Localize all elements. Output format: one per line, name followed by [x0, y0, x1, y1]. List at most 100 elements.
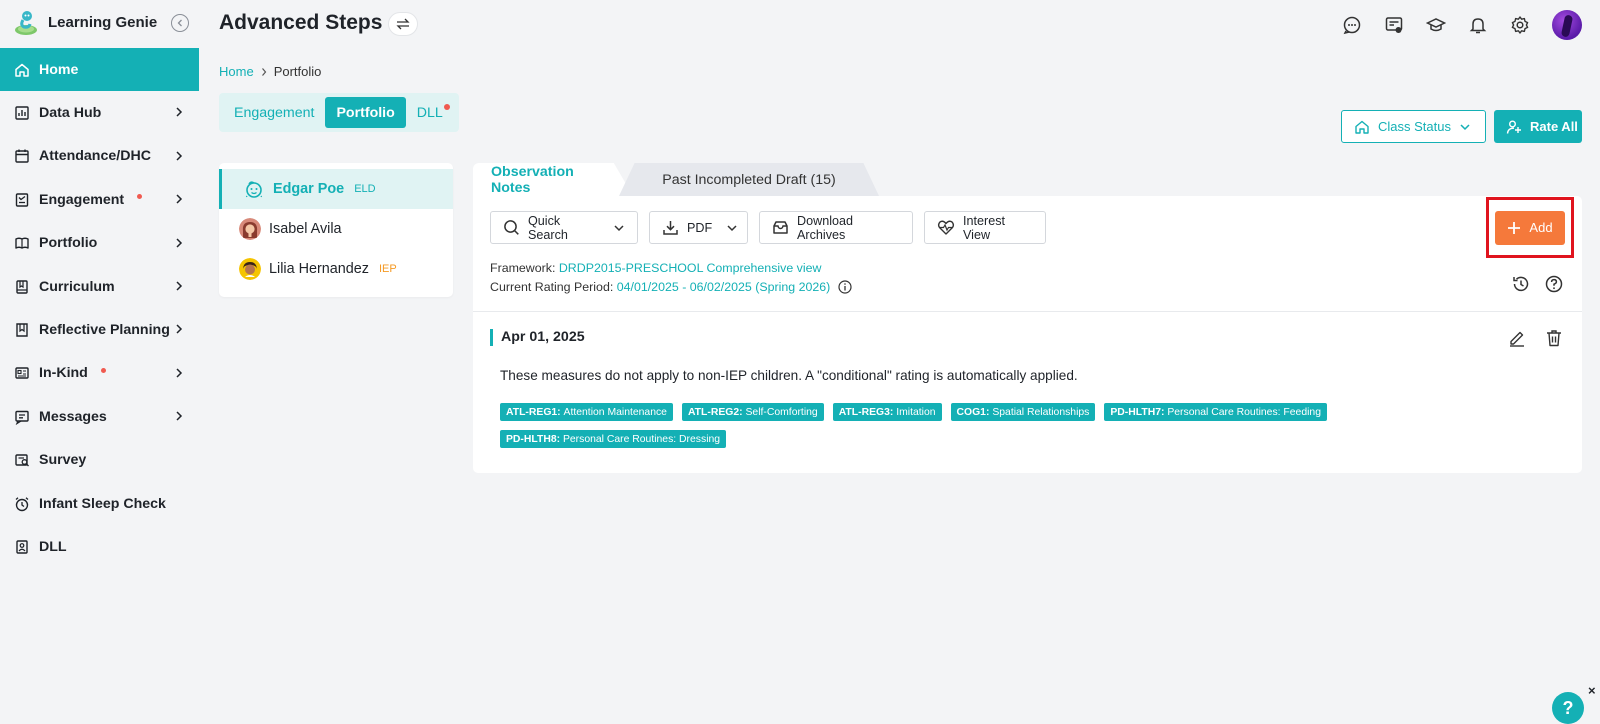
help-circle-icon[interactable]	[1544, 274, 1564, 294]
edit-icon[interactable]	[1507, 328, 1527, 348]
rating-period-value[interactable]: 04/01/2025 - 06/02/2025 (Spring 2026)	[617, 280, 831, 294]
switch-program-button[interactable]	[388, 12, 418, 36]
sidebar-item-infant-sleep-check[interactable]: Infant Sleep Check	[0, 482, 199, 525]
child-tag-iep: IEP	[379, 263, 397, 275]
sidebar-item-label: Survey	[39, 452, 87, 469]
help-button[interactable]: ?	[1552, 692, 1584, 724]
segment-tab-engagement[interactable]: Engagement	[223, 97, 325, 128]
toolbar: Quick Search PDF Download Archives Inter…	[490, 211, 1046, 244]
measure-name: Attention Maintenance	[563, 406, 667, 418]
measure-tag: ATL-REG1: Attention Maintenance	[500, 403, 673, 421]
breadcrumb-home[interactable]: Home	[219, 64, 254, 79]
child-item[interactable]: Edgar Poe ELD	[219, 169, 453, 209]
chevron-down-icon	[614, 224, 624, 231]
search-icon	[504, 220, 519, 235]
rate-person-icon	[1506, 120, 1521, 134]
measure-name: Personal Care Routines: Dressing	[562, 433, 721, 445]
breadcrumb-current: Portfolio	[273, 64, 322, 79]
alarm-icon	[15, 496, 29, 511]
measure-code: ATL-REG1:	[506, 406, 561, 418]
sidebar: Learning Genie Home Data Hub Attendance/DH…	[0, 0, 199, 724]
history-icon[interactable]	[1511, 274, 1531, 294]
child-item[interactable]: Lilia Hernandez IEP	[219, 249, 453, 289]
collapse-sidebar-button[interactable]	[171, 14, 189, 32]
sidebar-item-label: In-Kind	[39, 365, 88, 382]
gear-icon[interactable]	[1510, 15, 1530, 35]
delete-icon[interactable]	[1544, 328, 1564, 348]
bell-icon[interactable]	[1468, 15, 1488, 35]
child-item[interactable]: Isabel Avila	[219, 209, 453, 249]
sidebar-item-survey[interactable]: Survey	[0, 439, 199, 482]
archive-icon	[773, 221, 788, 234]
home-icon	[15, 63, 29, 77]
child-name: Lilia Hernandez	[269, 261, 369, 277]
swap-icon	[396, 18, 410, 30]
child-avatar	[239, 258, 261, 280]
sidebar-item-data-hub[interactable]: Data Hub	[0, 91, 199, 134]
plus-icon	[1508, 221, 1521, 234]
sidebar-item-label: Portfolio	[39, 235, 98, 252]
info-icon[interactable]	[838, 280, 852, 294]
measure-code: ATL-REG3:	[838, 406, 894, 418]
segment-tab-label: Portfolio	[336, 104, 395, 121]
chevron-right-icon	[176, 368, 183, 378]
sidebar-item-dll[interactable]: DLL	[0, 525, 199, 568]
sidebar-item-label: Data Hub	[39, 105, 102, 122]
sidebar-item-reflective-planning[interactable]: Reflective Planning	[0, 308, 199, 351]
framework-value[interactable]: DRDP2015-PRESCHOOL Comprehensive view	[559, 261, 822, 275]
inkind-icon	[15, 367, 29, 380]
sidebar-item-engagement[interactable]: Engagement	[0, 178, 199, 221]
note-date: Apr 01, 2025	[490, 329, 585, 346]
graduation-cap-icon[interactable]	[1426, 15, 1446, 35]
sidebar-item-in-kind[interactable]: In-Kind	[0, 352, 199, 395]
chart-icon	[15, 106, 29, 120]
sidebar-item-attendance-dhc[interactable]: Attendance/DHC	[0, 135, 199, 178]
notification-dot	[137, 194, 143, 200]
sidebar-item-label: Home	[39, 61, 79, 78]
notification-dot	[443, 104, 450, 110]
measure-tag: ATL-REG3: Imitation	[832, 403, 942, 421]
quick-search-dropdown[interactable]: Quick Search	[490, 211, 638, 244]
rating-period-label: Current Rating Period:	[490, 280, 614, 294]
segment-tab-label: Engagement	[234, 104, 315, 121]
tab-past-incompleted-draft[interactable]: Past Incompleted Draft (15)	[619, 163, 879, 196]
chevron-right-icon	[176, 107, 183, 117]
sidebar-nav: Home Data Hub Attendance/DHC Engagement Port…	[0, 48, 199, 569]
measure-name: Self-Comforting	[745, 406, 818, 418]
segment-tab-portfolio[interactable]: Portfolio	[325, 97, 406, 128]
measure-code: ATL-REG2:	[687, 406, 743, 418]
chevron-down-icon	[727, 224, 737, 231]
rate-all-button[interactable]: Rate All	[1494, 110, 1582, 143]
sidebar-item-portfolio[interactable]: Portfolio	[0, 222, 199, 265]
measure-tags: ATL-REG1: Attention Maintenance ATL-REG2:…	[500, 403, 1560, 448]
add-button[interactable]: Add	[1495, 210, 1565, 245]
pdf-dropdown[interactable]: PDF	[649, 211, 748, 244]
brand[interactable]: Learning Genie	[0, 0, 199, 44]
help-close-button[interactable]: ×	[1588, 683, 1596, 698]
brand-name: Learning Genie	[48, 13, 158, 31]
planning-icon	[16, 323, 28, 337]
note-text: These measures do not apply to non-IEP c…	[500, 368, 1078, 383]
profile-card-icon[interactable]	[1384, 15, 1404, 35]
sidebar-item-messages[interactable]: Messages	[0, 395, 199, 438]
child-avatar	[239, 218, 261, 240]
tab-observation-notes[interactable]: Observation Notes	[473, 163, 633, 196]
measure-code: PD-HLTH8:	[506, 433, 561, 445]
sidebar-item-curriculum[interactable]: Curriculum	[0, 265, 199, 308]
download-archives-button[interactable]: Download Archives	[759, 211, 913, 244]
note-tabs: Observation Notes Past Incompleted Draft…	[473, 163, 879, 196]
measure-tag: PD-HLTH7: Personal Care Routines: Feedin…	[1104, 403, 1327, 421]
interest-view-button[interactable]: Interest View	[924, 211, 1046, 244]
class-status-dropdown[interactable]: Class Status	[1341, 110, 1486, 143]
segment-tab-dll[interactable]: DLL	[406, 97, 454, 128]
chevron-right-icon	[176, 194, 183, 204]
sidebar-item-home[interactable]: Home	[0, 48, 199, 92]
divider	[473, 311, 1582, 312]
child-name: Isabel Avila	[269, 221, 342, 237]
breadcrumb: Home Portfolio	[219, 64, 321, 79]
chevron-right-icon	[176, 238, 183, 248]
chat-icon[interactable]	[1342, 15, 1362, 35]
chevron-left-icon	[177, 19, 182, 27]
user-avatar[interactable]	[1552, 10, 1582, 40]
download-archives-label: Download Archives	[797, 213, 854, 242]
